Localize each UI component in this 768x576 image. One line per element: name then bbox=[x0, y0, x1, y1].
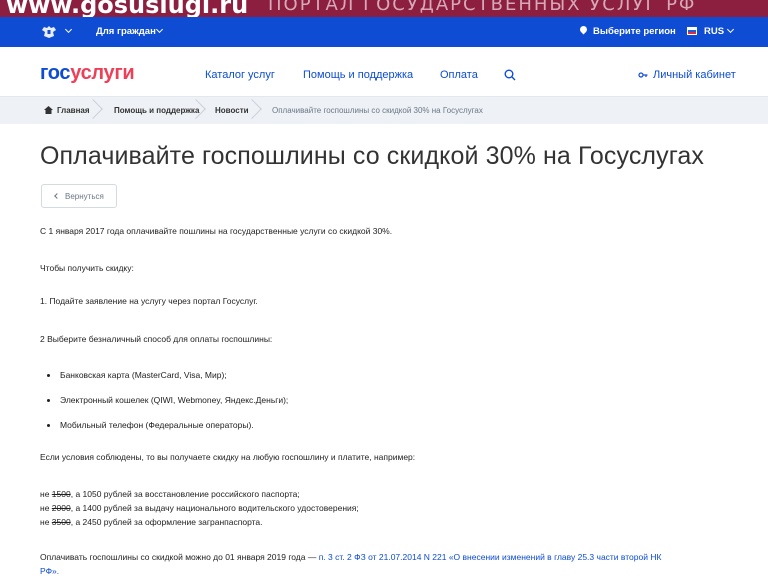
key-icon bbox=[638, 72, 648, 78]
back-button-label: Вернуться bbox=[65, 192, 104, 201]
article-conditions: Если условия соблюдены, то вы получаете … bbox=[40, 452, 416, 462]
article-howto: Чтобы получить скидку: bbox=[40, 263, 134, 273]
gosuslugi-logo[interactable]: госуслуги bbox=[40, 62, 135, 85]
personal-cabinet-link[interactable]: Личный кабинет bbox=[653, 69, 736, 81]
bullet-dot bbox=[47, 399, 50, 402]
example-line: не 3500, а 2450 рублей за оформление заг… bbox=[40, 517, 263, 527]
nav-catalog[interactable]: Каталог услуг bbox=[205, 69, 275, 81]
nav-payment[interactable]: Оплата bbox=[440, 69, 478, 81]
region-selector[interactable]: Выберите регион bbox=[593, 26, 676, 37]
example-line: не 1500, а 1050 рублей за восстановление… bbox=[40, 489, 300, 499]
example-line: не 2000, а 1400 рублей за выдачу национа… bbox=[40, 503, 359, 513]
back-button[interactable]: Вернуться bbox=[41, 184, 117, 208]
flag-icon bbox=[687, 27, 697, 35]
article-deadline: Оплачивать госпошлины со скидкой можно д… bbox=[40, 552, 662, 562]
article-step-1: 1. Подайте заявление на услугу через пор… bbox=[40, 296, 258, 306]
law-link[interactable]: п. 3 ст. 2 ФЗ от 21.07.2014 N 221 «О вне… bbox=[319, 552, 662, 562]
chevron-down-icon[interactable] bbox=[155, 25, 164, 34]
breadcrumb-help[interactable]: Помощь и поддержка bbox=[114, 97, 199, 124]
chevron-left-icon bbox=[54, 193, 60, 199]
law-link[interactable]: РФ». bbox=[40, 566, 59, 576]
location-pin-icon bbox=[578, 24, 589, 35]
citizens-menu[interactable]: Для граждан bbox=[96, 26, 156, 37]
language-selector[interactable]: RUS bbox=[704, 26, 724, 37]
watermark-tagline: ПОРТАЛ ГОСУДАРСТВЕННЫХ УСЛУГ РФ bbox=[268, 0, 697, 15]
bullet-dot bbox=[47, 424, 50, 427]
page-title: Оплачивайте госпошлины со скидкой 30% на… bbox=[40, 142, 704, 170]
top-bar: Для граждан Выберите регион RUS bbox=[0, 17, 768, 47]
nav-help[interactable]: Помощь и поддержка bbox=[303, 69, 413, 81]
home-icon bbox=[44, 106, 53, 114]
site-header: госуслуги Каталог услуг Помощь и поддерж… bbox=[0, 47, 768, 97]
payment-method-item: Банковская карта (MasterCard, Visa, Мир)… bbox=[60, 370, 227, 380]
chevron-down-icon[interactable] bbox=[64, 25, 73, 34]
chevron-down-icon[interactable] bbox=[726, 25, 735, 34]
watermark-banner: www.gosuslugi.ru ПОРТАЛ ГОСУДАРСТВЕННЫХ … bbox=[0, 0, 768, 17]
breadcrumb: Главная Помощь и поддержка Новости Оплач… bbox=[0, 97, 768, 124]
article-deadline-cont: РФ». bbox=[40, 566, 59, 576]
article-step-2: 2 Выберите безналичный способ для оплаты… bbox=[40, 334, 273, 344]
emblem-icon[interactable] bbox=[40, 24, 58, 40]
payment-method-item: Электронный кошелек (QIWI, Webmoney, Янд… bbox=[60, 395, 289, 405]
bullet-dot bbox=[47, 374, 50, 377]
article-intro: С 1 января 2017 года оплачивайте пошлины… bbox=[40, 226, 393, 236]
payment-method-item: Мобильный телефон (Федеральные операторы… bbox=[60, 420, 254, 430]
watermark-site: www.gosuslugi.ru bbox=[6, 0, 249, 17]
search-icon[interactable] bbox=[504, 69, 516, 81]
breadcrumb-current: Оплачивайте госпошлины со скидкой 30% на… bbox=[272, 106, 483, 115]
